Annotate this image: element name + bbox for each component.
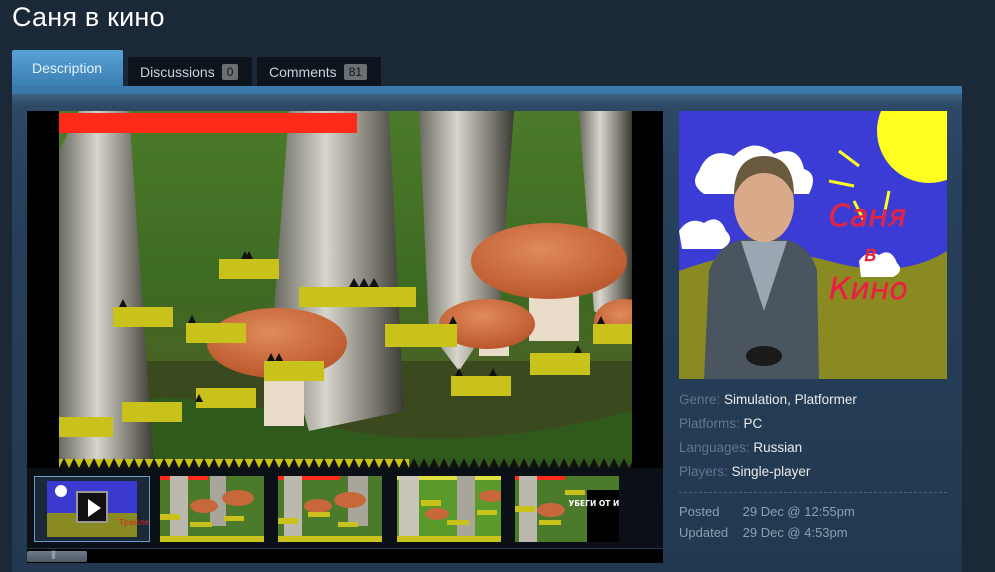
posted-row: Posted 29 Dec @ 12:55pm	[679, 504, 855, 525]
date-info: Posted 29 Dec @ 12:55pm Updated 29 Dec @…	[679, 504, 855, 546]
gameplay-screenshot	[59, 111, 632, 468]
languages-row: Languages: Russian	[679, 441, 947, 465]
comments-count-badge: 81	[343, 63, 368, 80]
capsule-title-line-2: в	[864, 242, 877, 267]
thumbnail-video-trailer[interactable]: Трейлер	[34, 476, 150, 542]
game-details: Genre: Simulation, Platformer Platforms:…	[679, 393, 947, 489]
platforms-value: PC	[743, 416, 763, 431]
capsule-image: Саня в Кино	[679, 111, 947, 379]
tab-description-label: Description	[32, 60, 103, 76]
languages-label: Languages:	[679, 440, 750, 455]
thumbnail-strip: Трейлер УБЕГИ ОТ ИЛЬИ	[27, 468, 663, 548]
players-value: Single-player	[731, 464, 811, 479]
players-row: Players: Single-player	[679, 465, 947, 489]
genre-value: Simulation, Platformer	[724, 392, 857, 407]
tab-description[interactable]: Description	[12, 50, 123, 86]
updated-row: Updated 29 Dec @ 4:53pm	[679, 525, 855, 546]
capsule-title-line-1: Саня	[829, 199, 906, 234]
thumbnail-screenshot-2[interactable]	[278, 476, 382, 542]
thumbnail-scrollbar[interactable]	[27, 549, 663, 563]
genre-row: Genre: Simulation, Platformer	[679, 393, 947, 417]
updated-label: Updated	[679, 525, 729, 540]
thumbnail-screenshot-1[interactable]	[160, 476, 264, 542]
tab-comments-label: Comments	[269, 63, 337, 80]
capsule-title-line-3: Кино	[829, 272, 908, 307]
discussions-count-badge: 0	[221, 63, 239, 80]
details-divider	[679, 492, 947, 493]
scrollbar-thumb[interactable]	[27, 549, 87, 562]
posted-label: Posted	[679, 504, 720, 519]
play-icon[interactable]	[76, 491, 108, 523]
page-title: Саня в кино	[12, 2, 165, 32]
genre-label: Genre:	[679, 392, 721, 407]
updated-value: 29 Dec @ 4:53pm	[742, 525, 848, 540]
tab-comments[interactable]: Comments 81	[257, 57, 381, 86]
tab-discussions[interactable]: Discussions 0	[128, 57, 252, 86]
thumbnail-screenshot-3[interactable]	[397, 476, 501, 542]
thumbnail-4-caption: УБЕГИ ОТ ИЛЬИ	[569, 499, 619, 508]
platforms-label: Platforms:	[679, 416, 740, 431]
tab-discussions-label: Discussions	[140, 63, 215, 80]
trailer-caption: Трейлер	[118, 518, 149, 527]
platforms-row: Platforms: PC	[679, 417, 947, 441]
languages-value: Russian	[753, 440, 803, 455]
players-label: Players:	[679, 464, 728, 479]
thumbnail-screenshot-4[interactable]: УБЕГИ ОТ ИЛЬИ	[515, 476, 619, 542]
media-viewer[interactable]	[27, 111, 663, 468]
posted-value: 29 Dec @ 12:55pm	[742, 504, 855, 519]
